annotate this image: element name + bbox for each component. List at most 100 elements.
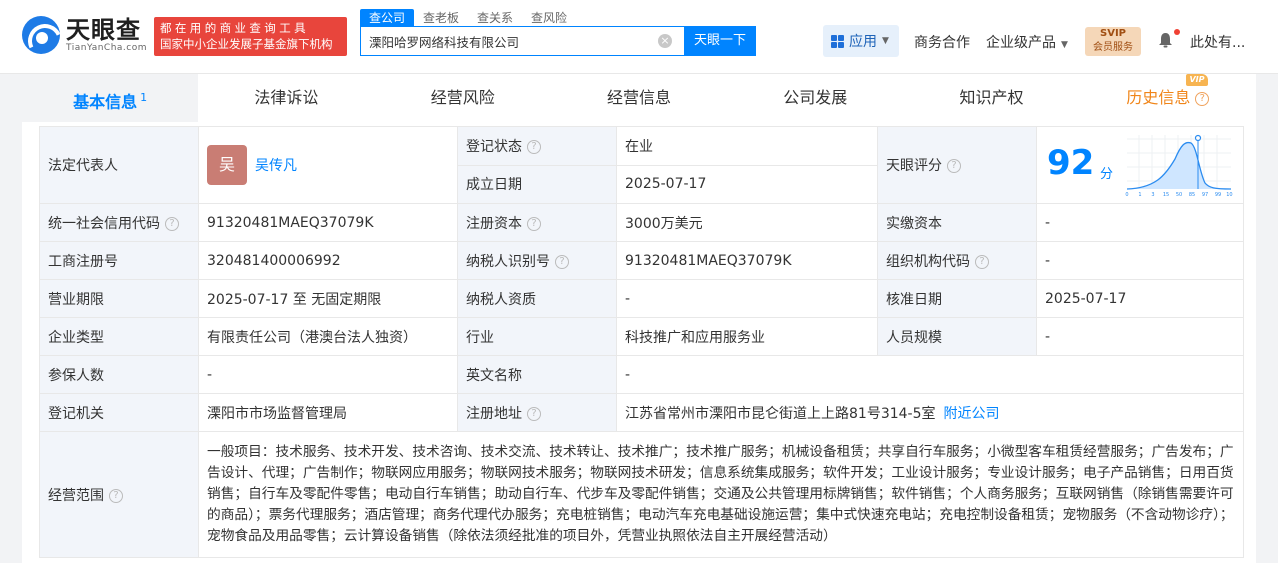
slogan-line-1: 都在用的商业查询工具 xyxy=(160,21,309,35)
bell-icon[interactable] xyxy=(1158,32,1173,48)
reg-status-value: 在业 xyxy=(616,126,878,166)
taxpayer-qual-value: - xyxy=(616,279,878,318)
search-type-tabs: 查公司 查老板 查关系 查风险 xyxy=(360,9,576,27)
top-header: 天眼查 TianYanCha.com 都在用的商业查询工具 国家中小企业发展子基… xyxy=(0,0,1278,74)
taxpayer-id-label: 纳税人识别号 xyxy=(466,253,550,270)
score-cell[interactable]: 92 分 0 1 3 15 50 85 97 99 100 xyxy=(1036,126,1244,204)
biz-reg-no-label: 工商注册号 xyxy=(39,241,199,280)
insured-value: - xyxy=(198,355,458,394)
help-icon: ? xyxy=(1195,91,1210,106)
svip-button[interactable]: SVIP 会员服务 xyxy=(1085,27,1141,56)
score-tick-label: 3 xyxy=(1151,192,1154,198)
table-row: 统一社会信用代码? 91320481MAEQ37079K 注册资本? 3000万… xyxy=(39,203,1244,242)
found-date-value: 2025-07-17 xyxy=(616,164,878,204)
chevron-down-icon: ▼ xyxy=(882,36,889,46)
score-tick-label: 50 xyxy=(1176,192,1182,198)
address-label: 注册地址 xyxy=(466,405,522,422)
slogan-line-2: 国家中小企业发展子基金旗下机构 xyxy=(160,37,333,51)
nearby-companies-link[interactable]: 附近公司 xyxy=(944,406,1000,422)
nav-enterprise-label: 企业级产品 xyxy=(986,35,1056,51)
app-menu-label: 应用 xyxy=(849,34,877,50)
english-name-value: - xyxy=(616,355,1244,394)
vip-badge: VIP xyxy=(1186,74,1208,86)
tab-business-risk[interactable]: 经营风险 xyxy=(375,74,551,122)
org-code-label: 组织机构代码 xyxy=(886,253,970,270)
avatar[interactable]: 吴 xyxy=(207,145,247,185)
app-menu-button[interactable]: 应用 ▼ xyxy=(823,25,899,57)
nav-enterprise-products[interactable]: 企业级产品 ▼ xyxy=(986,32,1068,52)
score-distribution-chart: 0 1 3 15 50 85 97 99 100 xyxy=(1125,134,1233,198)
chevron-down-icon: ▼ xyxy=(1061,40,1068,50)
score-value: 92 xyxy=(1047,143,1095,183)
scope-value: 一般项目：技术服务、技术开发、技术咨询、技术交流、技术转让、技术推广；技术推广服… xyxy=(198,431,1244,558)
approval-date-value: 2025-07-17 xyxy=(1036,279,1244,318)
slogan-banner: 都在用的商业查询工具 国家中小企业发展子基金旗下机构 xyxy=(154,17,347,56)
help-icon[interactable]: ? xyxy=(165,216,179,231)
reg-capital-label-cell: 注册资本? xyxy=(457,203,617,242)
help-icon[interactable]: ? xyxy=(555,254,569,269)
reg-status-label: 登记状态 xyxy=(466,138,522,155)
table-row: 法定代表人 吴吴传凡 登记状态? 在业 天眼评分? 92 分 01 3 15 5… xyxy=(39,126,1244,204)
english-name-label: 英文名称 xyxy=(457,355,617,394)
nav-business-cooperation[interactable]: 商务合作 xyxy=(914,32,970,52)
tab-company-development[interactable]: 公司发展 xyxy=(727,74,903,122)
score-tick-label: 0 xyxy=(1125,192,1128,198)
svip-label: SVIP xyxy=(1100,28,1126,39)
help-icon[interactable]: ? xyxy=(527,216,541,231)
found-date-label: 成立日期 xyxy=(457,164,617,204)
tab-legal-litigation[interactable]: 法律诉讼 xyxy=(198,74,374,122)
search-button[interactable]: 天眼一下 xyxy=(684,26,756,56)
taxpayer-id-label-cell: 纳税人识别号? xyxy=(457,241,617,280)
help-icon[interactable]: ? xyxy=(527,406,541,421)
tab-business-info[interactable]: 经营信息 xyxy=(551,74,727,122)
clear-icon[interactable]: × xyxy=(658,34,672,48)
org-code-label-cell: 组织机构代码? xyxy=(877,241,1037,280)
table-row: 参保人数 - 英文名称 - xyxy=(39,355,1244,394)
search-input[interactable] xyxy=(361,27,651,55)
address-label-cell: 注册地址? xyxy=(457,393,617,432)
help-icon[interactable]: ? xyxy=(109,488,123,503)
search-box: × xyxy=(360,26,685,56)
score-label-cell: 天眼评分? xyxy=(877,126,1037,204)
org-code-value: - xyxy=(1036,241,1244,280)
table-row: 经营范围? 一般项目：技术服务、技术开发、技术咨询、技术交流、技术转让、技术推广… xyxy=(39,431,1244,558)
search-tab-company[interactable]: 查公司 xyxy=(360,9,415,27)
tab-history-info[interactable]: 历史信息? xyxy=(1080,74,1256,122)
address-cell: 江苏省常州市溧阳市昆仑街道上上路81号314-5室 附近公司 xyxy=(616,393,1244,432)
search-tab-boss[interactable]: 查老板 xyxy=(414,9,468,27)
legal-rep-cell: 吴吴传凡 xyxy=(198,126,458,204)
reg-capital-label: 注册资本 xyxy=(466,215,522,232)
tab-intellectual-property[interactable]: 知识产权 xyxy=(903,74,1079,122)
credit-code-value: 91320481MAEQ37079K xyxy=(198,203,458,242)
score-unit: 分 xyxy=(1100,167,1114,182)
help-icon[interactable]: ? xyxy=(947,159,961,173)
biz-term-label: 营业期限 xyxy=(39,279,199,318)
search-tab-risk[interactable]: 查风险 xyxy=(522,9,576,27)
paid-capital-label: 实缴资本 xyxy=(877,203,1037,242)
section-tabs: 基本信息 1 法律诉讼 经营风险 经营信息 公司发展 知识产权 历史信息? xyxy=(22,74,1256,122)
table-row: 企业类型 有限责任公司（港澳台法人独资） 行业 科技推广和应用服务业 人员规模 … xyxy=(39,317,1244,356)
search-tab-relation[interactable]: 查关系 xyxy=(468,9,522,27)
legal-rep-name-link[interactable]: 吴传凡 xyxy=(255,158,297,174)
staff-size-value: - xyxy=(1036,317,1244,356)
tab-basic-info[interactable]: 基本信息 1 xyxy=(22,74,199,122)
table-row: 登记机关 溧阳市市场监督管理局 注册地址? 江苏省常州市溧阳市昆仑街道上上路81… xyxy=(39,393,1244,432)
company-type-value: 有限责任公司（港澳台法人独资） xyxy=(198,317,458,356)
logo-name: 天眼查 xyxy=(66,15,141,44)
score-tick-label: 100 xyxy=(1226,192,1233,198)
legal-rep-label: 法定代表人 xyxy=(39,126,199,204)
company-info-table: 法定代表人 吴吴传凡 登记状态? 在业 天眼评分? 92 分 01 3 15 5… xyxy=(39,126,1244,558)
tab-label: 基本信息 xyxy=(73,92,138,112)
credit-code-label: 统一社会信用代码 xyxy=(48,215,160,232)
score-tick-label: 97 xyxy=(1202,192,1208,198)
site-logo[interactable]: 天眼查 TianYanCha.com xyxy=(22,16,147,54)
company-type-label: 企业类型 xyxy=(39,317,199,356)
help-icon[interactable]: ? xyxy=(975,254,989,269)
taxpayer-id-value: 91320481MAEQ37079K xyxy=(616,241,878,280)
taxpayer-qual-label: 纳税人资质 xyxy=(457,279,617,318)
help-icon[interactable]: ? xyxy=(527,139,541,154)
user-menu[interactable]: 此处有... xyxy=(1190,32,1245,52)
grid-icon xyxy=(831,34,844,48)
paid-capital-value: - xyxy=(1036,203,1244,242)
credit-code-label-cell: 统一社会信用代码? xyxy=(39,203,199,242)
